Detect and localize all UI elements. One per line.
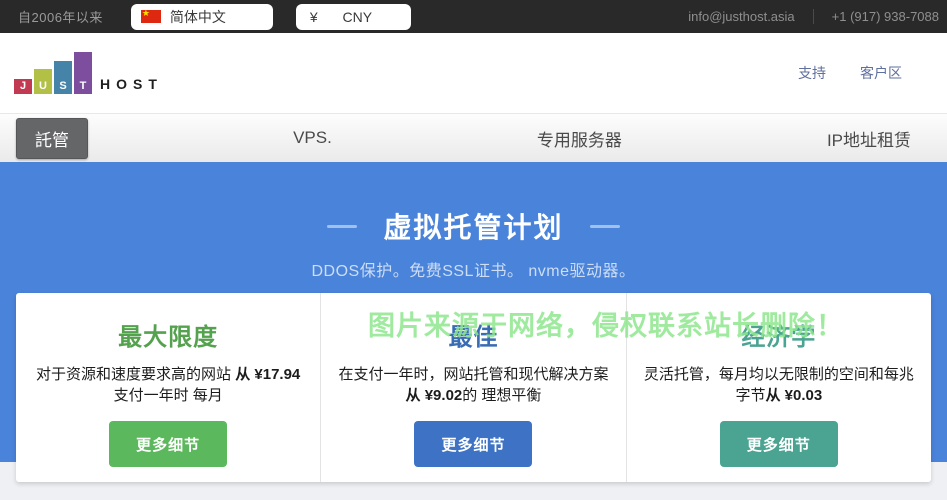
main-nav: 託管 VPS. 专用服务器 IP地址租赁 bbox=[0, 113, 947, 162]
plan-description: 灵活托管，每月均以无限制的空间和每兆字节从 ¥0.03 bbox=[643, 366, 914, 405]
logo-bar-t: T bbox=[74, 52, 92, 94]
plan-description: 在支付一年时，网站托管和现代解决方案从 ¥9.02的 理想平衡 bbox=[338, 366, 609, 405]
plan-card-economy: 经济学 灵活托管，每月均以无限制的空间和每兆字节从 ¥0.03 更多细节 bbox=[625, 293, 931, 482]
plan-card-maximum: 最大限度 对于资源和速度要求高的网站 从 ¥17.94 支付一年时 每月 更多细… bbox=[16, 293, 320, 482]
topbar-divider bbox=[812, 9, 814, 24]
header-links: 支持 客户区 bbox=[798, 63, 902, 83]
nav-item-vps[interactable]: VPS. bbox=[293, 128, 332, 148]
contact-email[interactable]: info@justhost.asia bbox=[688, 9, 794, 24]
title-dash-right bbox=[589, 224, 620, 228]
logo[interactable]: J U S T HOST bbox=[14, 52, 163, 94]
plans-panel: 最大限度 对于资源和速度要求高的网站 从 ¥17.94 支付一年时 每月 更多细… bbox=[16, 293, 931, 482]
currency-select-value: CNY bbox=[342, 8, 373, 25]
more-details-button[interactable]: 更多细节 bbox=[109, 421, 228, 467]
china-flag-icon: ★ bbox=[140, 8, 161, 23]
currency-symbol: ¥ bbox=[309, 8, 318, 25]
nav-item-ip-rental[interactable]: IP地址租赁 bbox=[827, 126, 911, 151]
logo-bar-j: J bbox=[14, 79, 32, 94]
logo-bar-s: S bbox=[54, 61, 72, 94]
plan-title: 最大限度 bbox=[118, 324, 219, 351]
contact-phone[interactable]: +1 (917) 938-7088 bbox=[832, 9, 939, 24]
topbar: 自2006年以来 ★ 简体中文 ¥ CNY info@justhost.asia… bbox=[0, 0, 947, 33]
nav-item-dedicated-servers[interactable]: 专用服务器 bbox=[537, 126, 622, 151]
since-label: 自2006年以来 bbox=[18, 10, 103, 25]
nav-item-hosting[interactable]: 託管 bbox=[16, 117, 88, 159]
topbar-contacts: info@justhost.asia +1 (917) 938-7088 bbox=[688, 9, 939, 24]
link-support[interactable]: 支持 bbox=[798, 63, 826, 83]
language-select[interactable]: ★ 简体中文 bbox=[130, 3, 273, 30]
plan-card-best: 最佳 在支付一年时，网站托管和现代解决方案从 ¥9.02的 理想平衡 更多细节 bbox=[320, 293, 625, 482]
more-details-button[interactable]: 更多细节 bbox=[414, 421, 533, 467]
currency-select[interactable]: ¥ CNY bbox=[295, 3, 411, 30]
header: J U S T HOST 支持 客户区 bbox=[0, 33, 947, 113]
plan-title: 经济学 bbox=[741, 324, 817, 351]
logo-bar-u: U bbox=[34, 69, 52, 94]
logo-host-text: HOST bbox=[100, 76, 163, 92]
hero-subtitle: DDOS保护。免费SSL证书。 nvme驱动器。 bbox=[311, 263, 636, 280]
plan-title: 最佳 bbox=[448, 324, 499, 351]
title-dash-left bbox=[327, 224, 358, 228]
plan-description: 对于资源和速度要求高的网站 从 ¥17.94 支付一年时 每月 bbox=[36, 366, 301, 405]
language-select-value: 简体中文 bbox=[169, 8, 226, 25]
hero-title: 虚拟托管计划 bbox=[383, 212, 564, 243]
link-client-area[interactable]: 客户区 bbox=[860, 63, 902, 83]
more-details-button[interactable]: 更多细节 bbox=[719, 421, 838, 467]
